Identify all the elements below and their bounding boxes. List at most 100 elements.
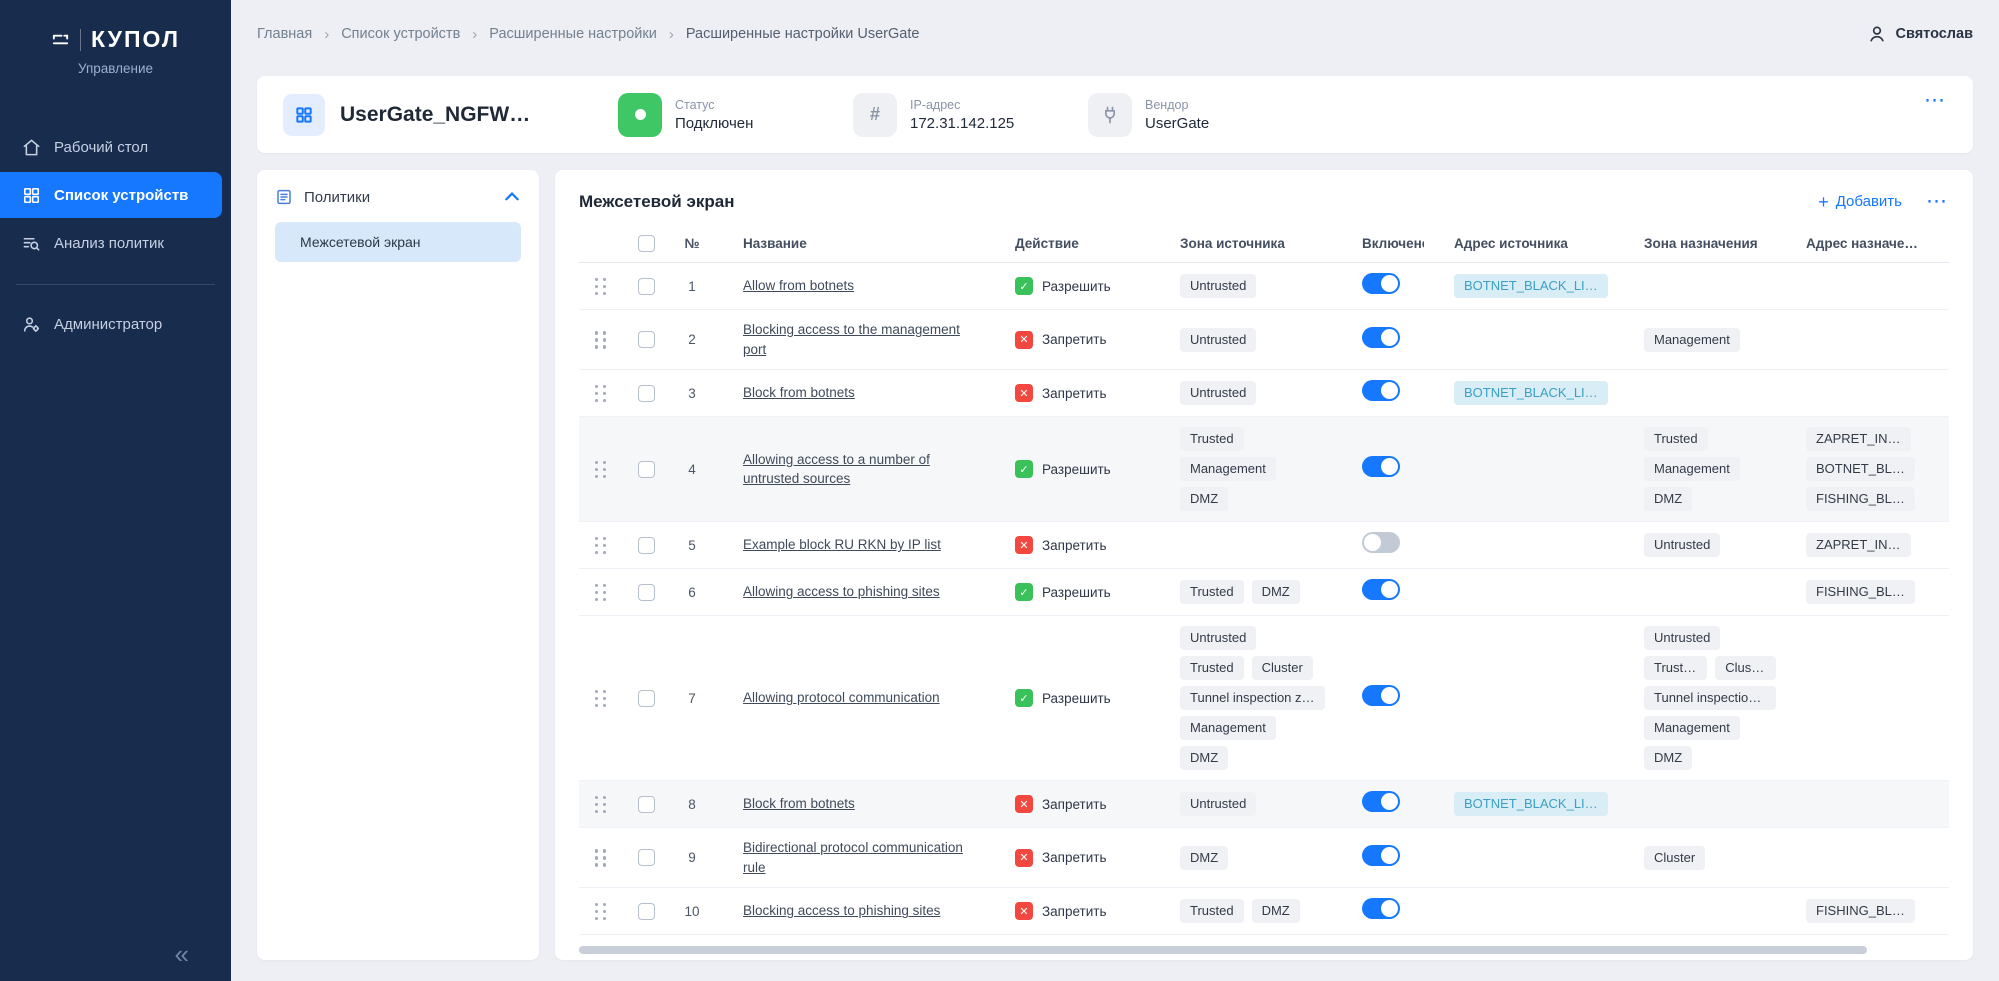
firewall-rule-row: 9 Bidirectional protocol communication ru…: [579, 828, 1949, 889]
rule-name-link[interactable]: Allowing access to phishing sites: [743, 582, 954, 602]
user-name: Святослав: [1895, 26, 1973, 42]
zone-tag: DMZ: [1251, 580, 1300, 605]
address-tag: BOTNET_BLACK_LI…: [1454, 274, 1608, 298]
add-rule-button[interactable]: + Добавить: [1818, 193, 1902, 211]
sidebar-item-label: Список устройств: [54, 186, 189, 204]
user-menu[interactable]: Святослав: [1867, 24, 1973, 44]
rule-name-link[interactable]: Bidirectional protocol communication rul…: [743, 838, 985, 877]
select-all-checkbox[interactable]: [637, 235, 655, 252]
sidebar-item-devices[interactable]: Список устройств: [0, 172, 222, 218]
rule-name-link[interactable]: Blocking access to the management port: [743, 320, 985, 359]
zone-tag: Management: [1644, 327, 1740, 352]
sidebar-collapse-button[interactable]: «: [175, 941, 189, 967]
policy-analysis-icon: [22, 234, 41, 253]
rule-name-link[interactable]: Block from botnets: [743, 383, 869, 403]
rule-number: 9: [688, 850, 696, 866]
plus-icon: +: [1818, 191, 1829, 212]
rule-name-link[interactable]: Block from botnets: [743, 794, 869, 814]
breadcrumb-separator-icon: ›: [324, 25, 330, 43]
rule-name-link[interactable]: Example block RU RKN by IP list: [743, 535, 955, 555]
enabled-toggle[interactable]: [1362, 326, 1400, 348]
row-checkbox[interactable]: [637, 277, 655, 295]
sidebar-item-policy-analysis[interactable]: Анализ политик: [0, 220, 231, 266]
rule-name-link[interactable]: Allowing protocol communication: [743, 688, 954, 708]
sidebar-item-administrator[interactable]: Администратор: [0, 301, 231, 347]
address-tag: FISHING_BL…: [1806, 487, 1915, 512]
device-grid-icon: [283, 93, 325, 136]
policies-panel: Политики Межсетевой экран: [257, 170, 539, 960]
drag-handle-icon[interactable]: [594, 902, 607, 921]
rule-number: 5: [688, 537, 696, 553]
enabled-toggle[interactable]: [1362, 273, 1400, 294]
rule-name-link[interactable]: Allow from botnets: [743, 276, 868, 296]
breadcrumb-item[interactable]: Главная: [257, 26, 312, 42]
deny-cross-icon: ✕: [1015, 384, 1033, 403]
zone-tag: DMZ: [1644, 487, 1693, 512]
drag-handle-icon[interactable]: [594, 848, 607, 867]
drag-handle-icon[interactable]: [594, 536, 607, 555]
sidebar-item-desktop[interactable]: Рабочий стол: [0, 124, 231, 170]
zone-tag: DMZ: [1251, 899, 1300, 924]
app-subtitle: Управление: [77, 61, 154, 76]
row-checkbox[interactable]: [637, 384, 655, 402]
breadcrumb-item[interactable]: Список устройств: [341, 26, 460, 42]
row-checkbox[interactable]: [637, 902, 655, 920]
drag-handle-icon[interactable]: [594, 384, 607, 403]
firewall-more-menu-icon[interactable]: ⋯: [1926, 191, 1949, 212]
enabled-toggle[interactable]: [1362, 791, 1400, 813]
deny-cross-icon: ✕: [1015, 902, 1033, 921]
action-label: Разрешить: [1042, 278, 1111, 294]
allow-check-icon: ✓: [1015, 460, 1033, 479]
policies-item-firewall[interactable]: Межсетевой экран: [275, 222, 521, 262]
row-checkbox[interactable]: [637, 689, 655, 707]
enabled-toggle[interactable]: [1362, 456, 1400, 478]
rule-name-link[interactable]: Allowing access to a number of untrusted…: [743, 450, 985, 489]
row-checkbox[interactable]: [637, 849, 655, 867]
row-checkbox[interactable]: [637, 460, 655, 478]
enabled-toggle[interactable]: [1362, 532, 1400, 554]
enabled-toggle[interactable]: [1362, 579, 1400, 601]
zone-tag: Trusted: [1180, 580, 1244, 605]
grid-icon: [22, 186, 41, 205]
enabled-toggle[interactable]: [1362, 685, 1400, 707]
status-label: Статус: [675, 97, 715, 112]
deny-cross-icon: ✕: [1015, 795, 1033, 814]
chevron-up-icon[interactable]: [503, 188, 521, 206]
device-more-menu-icon[interactable]: ⋯: [1924, 90, 1947, 111]
column-header-enabled: Включено: [1362, 236, 1424, 251]
row-checkbox[interactable]: [637, 536, 655, 554]
row-checkbox[interactable]: [637, 331, 655, 349]
scrollbar-thumb[interactable]: [579, 946, 1867, 954]
deny-cross-icon: ✕: [1015, 536, 1033, 555]
device-vendor-group: Вендор UserGate: [1088, 92, 1323, 137]
kupol-logo-icon: [51, 30, 70, 49]
action-label: Запретить: [1042, 903, 1107, 919]
device-card: UserGate_NGFW… Статус Подключен # IP-адр…: [257, 76, 1973, 153]
drag-handle-icon[interactable]: [594, 689, 607, 708]
rule-number: 3: [688, 385, 696, 401]
rule-number: 6: [688, 584, 696, 600]
rule-number: 2: [688, 332, 696, 348]
drag-handle-icon[interactable]: [594, 583, 607, 602]
row-checkbox[interactable]: [637, 583, 655, 601]
drag-handle-icon[interactable]: [594, 795, 607, 814]
drag-handle-icon[interactable]: [594, 330, 607, 349]
firewall-rule-row: 2 Blocking access to the management port ✕…: [579, 310, 1949, 371]
drag-handle-icon[interactable]: [594, 460, 607, 479]
firewall-rule-row: 3 Block from botnets ✕ Запретить Untrusted BO…: [579, 370, 1949, 418]
drag-handle-icon[interactable]: [594, 277, 607, 296]
row-checkbox[interactable]: [637, 795, 655, 813]
breadcrumb-item[interactable]: Расширенные настройки: [489, 26, 657, 42]
zone-tag: Trusted: [1644, 427, 1708, 452]
zone-tag: Untrusted: [1644, 626, 1721, 651]
zone-tag: Trusted: [1644, 656, 1708, 681]
rule-name-link[interactable]: Blocking access to phishing sites: [743, 901, 954, 921]
enabled-toggle[interactable]: [1362, 898, 1400, 920]
address-tag: ZAPRET_IN…: [1806, 427, 1911, 452]
rule-number: 7: [688, 690, 696, 706]
enabled-toggle[interactable]: [1362, 844, 1400, 866]
vendor-value: UserGate: [1145, 114, 1210, 132]
enabled-toggle[interactable]: [1362, 380, 1400, 402]
breadcrumb: Главная › Список устройств › Расширенные…: [257, 26, 919, 43]
column-header-dst-address: Адрес назначения: [1806, 236, 1918, 251]
